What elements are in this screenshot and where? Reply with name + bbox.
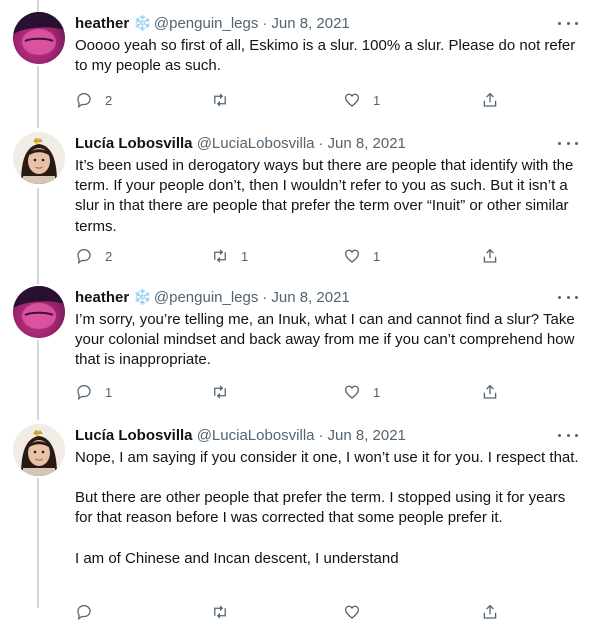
like-icon xyxy=(344,93,360,107)
reply-icon xyxy=(77,248,91,265)
reply-icon xyxy=(77,604,91,621)
tweet-paragraph: Ooooo yeah so first of all, Eskimo is a … xyxy=(75,37,576,75)
like-button[interactable]: 1 xyxy=(343,382,380,402)
tweet-text: I’m sorry, you’re telling me, an Inuk, w… xyxy=(75,310,583,371)
like-icon xyxy=(344,385,360,399)
tweet-text: It’s been used in derogatory ways but th… xyxy=(75,156,583,237)
tweet-paragraph: But there are other people that prefer t… xyxy=(75,489,566,527)
tweet-header: heather ❄️ @penguin_legs · Jun 8, 2021 xyxy=(75,288,594,310)
more-icon[interactable] xyxy=(558,15,578,31)
display-name[interactable]: Lucía Lobosvilla xyxy=(75,135,193,152)
share-icon xyxy=(483,248,497,263)
share-button[interactable] xyxy=(481,246,499,266)
reply-count: 2 xyxy=(105,92,113,108)
reply-icon xyxy=(77,92,91,109)
retweet-button[interactable] xyxy=(211,382,241,402)
user-handle[interactable]: @LuciaLobosvilla xyxy=(197,135,315,152)
retweet-button[interactable] xyxy=(211,602,229,622)
separator: · xyxy=(262,289,268,306)
tweet[interactable]: Lucía Lobosvilla @LuciaLobosvilla · Jun 8,… xyxy=(0,424,594,621)
tweet-date[interactable]: Jun 8, 2021 xyxy=(328,427,406,444)
like-button[interactable]: 1 xyxy=(343,246,380,266)
retweet-icon xyxy=(214,605,226,619)
display-name[interactable]: heather xyxy=(75,289,129,306)
retweet-icon xyxy=(214,249,226,263)
reply-button[interactable] xyxy=(75,602,93,622)
avatar[interactable] xyxy=(13,132,65,184)
like-button[interactable]: 1 xyxy=(343,90,380,110)
tweet-header: Lucía Lobosvilla @LuciaLobosvilla · Jun 8,… xyxy=(75,134,594,156)
retweet-icon xyxy=(214,93,226,107)
tweet-paragraph: It’s been used in derogatory ways but th… xyxy=(75,157,574,235)
tweet[interactable]: heather ❄️ @penguin_legs · Jun 8, 2021 Ooooo… xyxy=(0,12,594,122)
tweet-actions: 2 1 xyxy=(75,90,505,110)
user-handle[interactable]: @penguin_legs xyxy=(154,15,258,32)
retweet-button[interactable] xyxy=(211,90,241,110)
tweet-text: Nope, I am saying if you consider it one… xyxy=(75,448,583,569)
separator: · xyxy=(318,427,324,444)
share-icon xyxy=(483,92,497,107)
share-button[interactable] xyxy=(481,382,499,402)
share-button[interactable] xyxy=(481,602,499,622)
reply-count: 2 xyxy=(105,248,113,264)
tweet-paragraph: I’m sorry, you’re telling me, an Inuk, w… xyxy=(75,311,575,369)
avatar[interactable] xyxy=(13,424,65,476)
more-icon[interactable] xyxy=(558,427,578,443)
tweet-paragraph: I am of Chinese and Incan descent, I und… xyxy=(75,549,399,567)
tweet-actions xyxy=(75,602,505,622)
reply-count: 1 xyxy=(105,384,113,400)
retweet-button[interactable]: 1 xyxy=(211,246,248,266)
display-name[interactable]: heather xyxy=(75,15,129,32)
tweet[interactable]: Lucía Lobosvilla @LuciaLobosvilla · Jun 8,… xyxy=(0,132,594,282)
share-icon xyxy=(483,384,497,399)
separator: · xyxy=(262,15,268,32)
like-count: 1 xyxy=(373,92,381,108)
user-handle[interactable]: @penguin_legs xyxy=(154,289,258,306)
more-icon[interactable] xyxy=(558,289,578,305)
user-handle[interactable]: @LuciaLobosvilla xyxy=(197,427,315,444)
reply-icon xyxy=(77,384,91,401)
reply-button[interactable]: 2 xyxy=(75,246,112,266)
avatar[interactable] xyxy=(13,286,65,338)
tweet-header: Lucía Lobosvilla @LuciaLobosvilla · Jun 8,… xyxy=(75,426,594,448)
tweet-text: Ooooo yeah so first of all, Eskimo is a … xyxy=(75,36,583,76)
like-count: 1 xyxy=(373,248,381,264)
retweet-count: 1 xyxy=(241,248,249,264)
tweet-date[interactable]: Jun 8, 2021 xyxy=(271,15,349,32)
display-name[interactable]: Lucía Lobosvilla xyxy=(75,427,193,444)
snowflake-icon: ❄️ xyxy=(133,15,152,32)
share-icon xyxy=(483,604,497,619)
separator: · xyxy=(318,135,324,152)
snowflake-icon: ❄️ xyxy=(133,289,152,306)
tweet-paragraph: Nope, I am saying if you consider it one… xyxy=(75,449,579,466)
like-button[interactable] xyxy=(343,602,361,622)
retweet-icon xyxy=(214,385,226,399)
reply-button[interactable]: 1 xyxy=(75,382,112,402)
like-icon xyxy=(344,249,360,263)
tweet-date[interactable]: Jun 8, 2021 xyxy=(271,289,349,306)
like-count: 1 xyxy=(373,384,381,400)
share-button[interactable] xyxy=(481,90,499,110)
more-icon[interactable] xyxy=(558,135,578,151)
tweet-date[interactable]: Jun 8, 2021 xyxy=(328,135,406,152)
avatar[interactable] xyxy=(13,12,65,64)
tweet-actions: 2 1 1 xyxy=(75,246,505,266)
tweet-header: heather ❄️ @penguin_legs · Jun 8, 2021 xyxy=(75,14,594,36)
reply-button[interactable]: 2 xyxy=(75,90,112,110)
tweet-actions: 1 1 xyxy=(75,382,505,402)
like-icon xyxy=(344,605,360,619)
tweet[interactable]: heather ❄️ @penguin_legs · Jun 8, 2021 I’m s… xyxy=(0,286,594,412)
